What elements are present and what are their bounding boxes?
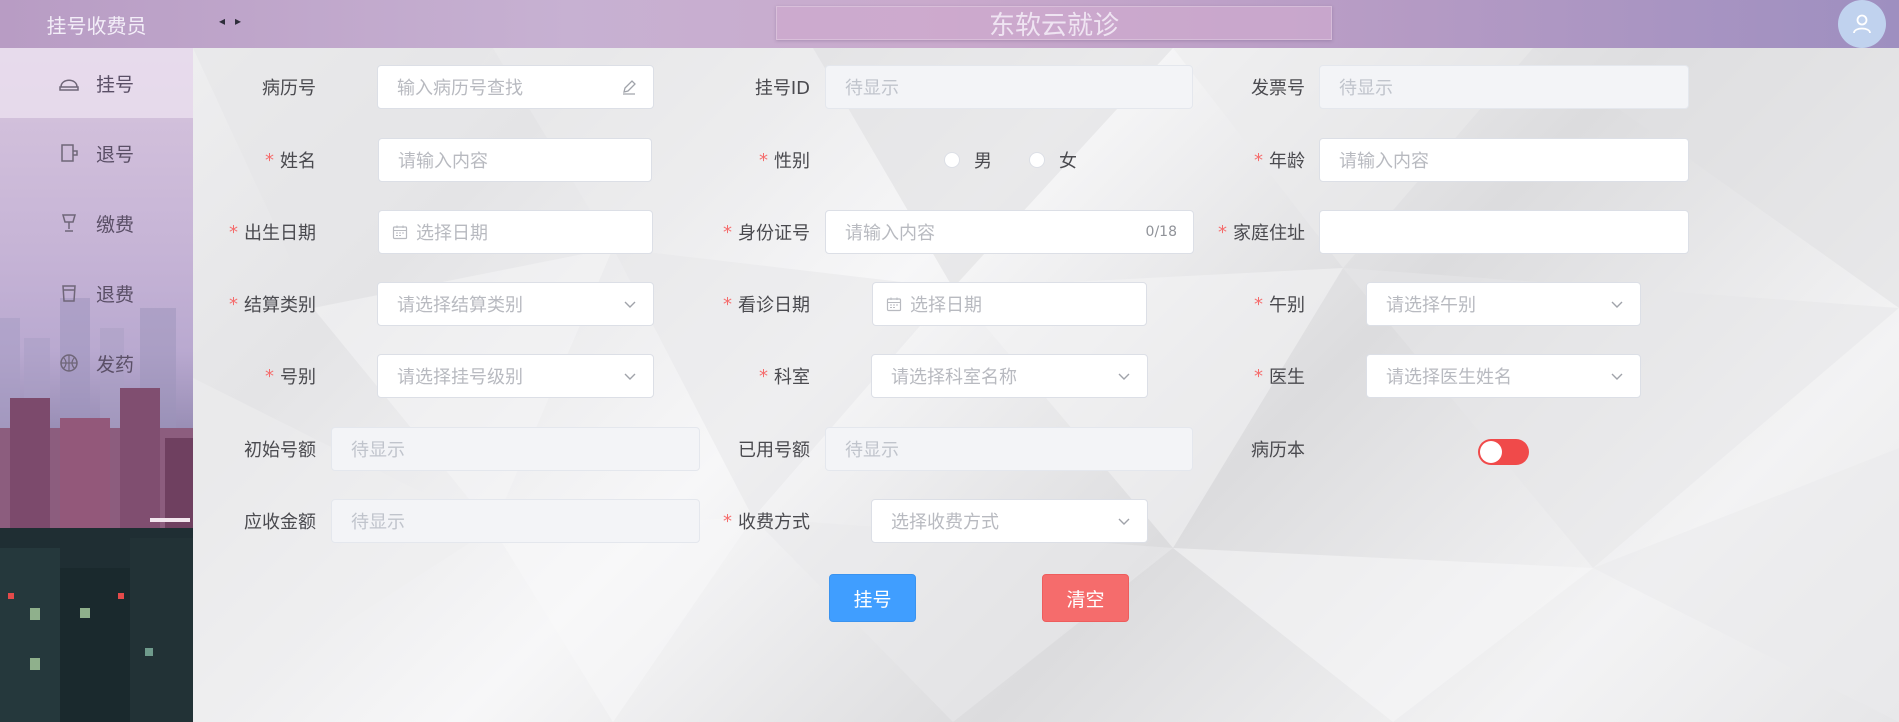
sidebar-item-label: 缴费 — [96, 213, 135, 236]
gender-female-radio[interactable]: 女 — [1029, 138, 1077, 182]
gender-male-radio[interactable]: 男 — [944, 138, 992, 182]
app-role-name: 挂号收费员 — [46, 13, 147, 38]
nav-arrows: ◂ ▸ — [219, 14, 241, 28]
sidebar-item-label: 挂号 — [96, 73, 135, 96]
chevron-down-icon — [624, 373, 636, 380]
register-button[interactable]: 挂号 — [829, 574, 916, 622]
chevron-down-icon — [1118, 518, 1130, 525]
id-card-input[interactable]: 请输入内容 0/18 — [825, 210, 1194, 254]
noon-select[interactable]: 请选择午别 — [1366, 282, 1641, 326]
hat-icon — [59, 79, 79, 91]
receivable-label: 应收金额 — [244, 512, 316, 533]
name-input[interactable]: 请输入内容 — [378, 138, 652, 182]
sidebar-item-label: 退费 — [96, 283, 135, 306]
system-title: 东软云就诊 — [776, 6, 1332, 41]
medical-record-input[interactable]: 输入病历号查找 — [377, 65, 654, 109]
payment-select[interactable]: 选择收费方式 — [871, 499, 1148, 543]
settlement-label: * 结算类别 — [229, 293, 316, 317]
level-label: * 号别 — [265, 365, 316, 389]
radio-label: 女 — [1059, 151, 1077, 172]
back-arrow-icon[interactable]: ◂ — [219, 14, 225, 28]
sidebar-item-refund[interactable]: 退费 — [0, 258, 193, 328]
sidebar-item-dispense[interactable]: 发药 — [0, 328, 193, 398]
register-id-field: 待显示 — [825, 65, 1193, 109]
gender-label: * 性别 — [759, 149, 810, 173]
invoice-field: 待显示 — [1319, 65, 1689, 109]
sidebar-item-cancel-register[interactable]: 退号 — [0, 118, 193, 188]
switch-knob — [1480, 441, 1502, 463]
age-input[interactable]: 请输入内容 — [1319, 138, 1689, 182]
calendar-icon — [392, 225, 408, 240]
id-card-label: * 身份证号 — [723, 221, 810, 245]
dept-select[interactable]: 请选择科室名称 — [871, 354, 1148, 398]
level-select[interactable]: 请选择挂号级别 — [377, 354, 654, 398]
invoice-label: 发票号 — [1251, 78, 1305, 99]
chevron-down-icon — [624, 301, 636, 308]
sidebar: 挂号 退号 缴费 退费 发药 — [0, 48, 193, 722]
goblet-icon — [62, 214, 76, 232]
medical-record-label: 病历号 — [262, 78, 316, 99]
initial-quota-label: 初始号额 — [244, 440, 316, 461]
chevron-down-icon — [1611, 301, 1623, 308]
doctor-label: * 医生 — [1254, 365, 1305, 389]
name-label: * 姓名 — [265, 149, 316, 173]
receivable-field: 待显示 — [331, 499, 700, 543]
address-input[interactable] — [1319, 210, 1689, 254]
payment-label: * 收费方式 — [723, 510, 810, 534]
basketball-icon — [60, 354, 78, 372]
radio-label: 男 — [974, 151, 992, 172]
birth-date-label: * 出生日期 — [229, 221, 316, 245]
noon-label: * 午别 — [1254, 293, 1305, 317]
sidebar-item-label: 发药 — [96, 353, 135, 376]
used-quota-field: 待显示 — [825, 427, 1193, 471]
chevron-down-icon — [1611, 373, 1623, 380]
edit-pencil-icon[interactable] — [621, 79, 637, 95]
forward-arrow-icon[interactable]: ▸ — [235, 14, 241, 28]
doctor-select[interactable]: 请选择医生姓名 — [1366, 354, 1641, 398]
radio-circle[interactable] — [944, 152, 960, 168]
settlement-select[interactable]: 请选择结算类别 — [377, 282, 654, 326]
birth-date-picker[interactable]: 选择日期 — [378, 210, 653, 254]
character-counter: 0/18 — [1145, 224, 1177, 240]
record-book-label: 病历本 — [1251, 440, 1305, 461]
page: 挂号收费员 ◂ ▸ 东软云就诊 挂号 退号 缴费 退费 发药 病历号 输入病历号… — [0, 0, 1899, 722]
exit-icon — [61, 144, 78, 162]
address-label: * 家庭住址 — [1218, 221, 1305, 245]
age-label: * 年龄 — [1254, 149, 1305, 173]
sidebar-item-payment[interactable]: 缴费 — [0, 188, 193, 258]
sidebar-item-register[interactable]: 挂号 — [0, 48, 193, 118]
record-book-switch[interactable] — [1478, 439, 1529, 465]
used-quota-label: 已用号额 — [738, 440, 810, 461]
user-avatar-icon[interactable] — [1838, 0, 1886, 48]
chevron-down-icon — [1118, 373, 1130, 380]
register-id-label: 挂号ID — [754, 78, 810, 99]
top-header: 挂号收费员 ◂ ▸ 东软云就诊 — [0, 0, 1899, 48]
radio-circle[interactable] — [1029, 152, 1045, 168]
visit-date-picker[interactable]: 选择日期 — [872, 282, 1147, 326]
clear-button[interactable]: 清空 — [1042, 574, 1129, 622]
cup-icon — [62, 285, 76, 302]
dept-label: * 科室 — [759, 365, 810, 389]
visit-date-label: * 看诊日期 — [723, 293, 810, 317]
calendar-icon — [886, 297, 902, 312]
sidebar-item-label: 退号 — [96, 143, 135, 166]
initial-quota-field: 待显示 — [331, 427, 700, 471]
